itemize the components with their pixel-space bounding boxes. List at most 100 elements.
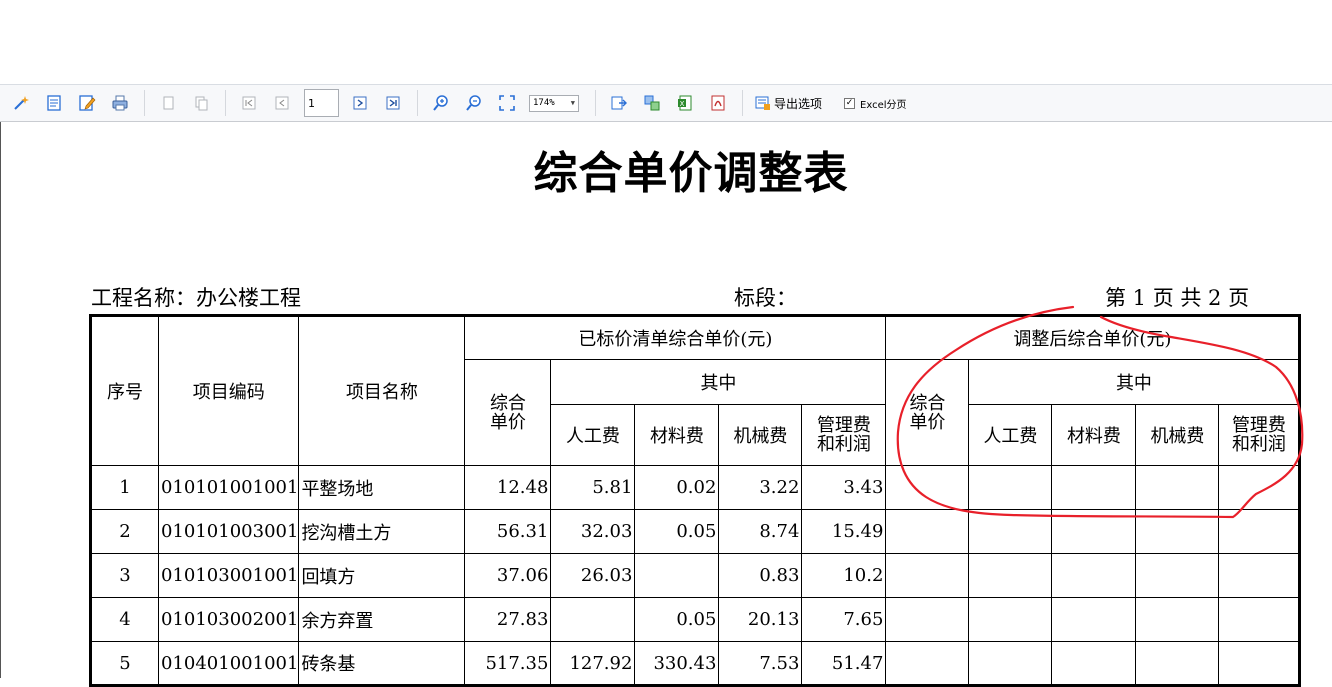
header-bid-unit-price: 综合 单价: [464, 359, 552, 466]
export-options-label: 导出选项: [774, 96, 823, 111]
cell-adj-machine: [1135, 553, 1220, 598]
cell-name: 砖条基: [298, 641, 466, 686]
zoom-in-icon[interactable]: [430, 92, 452, 114]
cell-adj-price: [885, 597, 970, 642]
cell-labor: 32.03: [550, 509, 636, 554]
cell-seq: 5: [90, 641, 159, 686]
header-adjusted-group: 调整后综合单价(元): [885, 315, 1301, 360]
cell-code: 010103001001: [157, 553, 300, 598]
cell-machine: 0.83: [718, 553, 803, 598]
export-icon[interactable]: [608, 92, 630, 114]
header-bid-group: 已标价清单综合单价(元): [464, 315, 887, 360]
cell-adj-labor: [968, 641, 1053, 686]
cell-code: 010101003001: [157, 509, 300, 554]
toolbar-separator: [417, 90, 418, 116]
next-page-icon[interactable]: [349, 92, 371, 114]
cell-price: 12.48: [464, 465, 552, 510]
cell-code: 010101001001: [157, 465, 300, 510]
section-label: 标段：: [734, 286, 797, 310]
checkmark-icon: ✓: [844, 97, 856, 109]
pdf-icon[interactable]: [707, 92, 729, 114]
header-row-1: 序号 项目编码 项目名称 已标价清单综合单价(元) 调整后综合单价(元): [90, 315, 1301, 466]
cell-labor: [550, 597, 636, 642]
cell-adj-material: [1051, 509, 1137, 554]
table-row: 1 010101001001 平整场地 12.48 5.81 0.02 3.22…: [90, 465, 1301, 510]
excel-paging-label: Excel分页: [860, 99, 907, 111]
export-image-icon[interactable]: [641, 92, 663, 114]
cell-name: 余方弃置: [298, 597, 466, 642]
header-name: 项目名称: [298, 315, 466, 466]
cell-seq: 4: [90, 597, 159, 642]
cell-mgmt: 15.49: [801, 509, 887, 554]
excel-icon[interactable]: X: [674, 92, 696, 114]
header-bid-unit-price-line2: 单价: [489, 411, 526, 433]
cell-machine: 20.13: [718, 597, 803, 642]
header-adj-among: 其中: [968, 359, 1301, 405]
cell-name: 回填方: [298, 553, 466, 598]
header-adj-mgmt: 管理费 和利润: [1218, 404, 1301, 466]
project-name: 工程名称：办公楼工程: [91, 286, 301, 310]
toolbar-separator: [742, 90, 743, 116]
page-icon[interactable]: [43, 92, 65, 114]
page-info: 第 1 页 共 2 页: [1105, 286, 1250, 310]
table-row: 2 010101003001 挖沟槽土方 56.31 32.03 0.05 8.…: [90, 509, 1301, 554]
prev-page-icon[interactable]: [271, 92, 293, 114]
cell-adj-price: [885, 553, 970, 598]
cell-adj-material: [1051, 597, 1137, 642]
paste-icon[interactable]: [190, 92, 212, 114]
header-adj-unit-price-line1: 综合: [909, 392, 946, 414]
cell-seq: 3: [90, 553, 159, 598]
excel-paging-checkbox[interactable]: ✓ Excel分页: [844, 96, 907, 111]
cell-adj-labor: [968, 509, 1053, 554]
header-bid-mgmt-line1: 管理费: [816, 415, 871, 436]
wand-icon[interactable]: [10, 92, 32, 114]
cell-price: 27.83: [464, 597, 552, 642]
svg-text:X: X: [680, 100, 685, 108]
last-page-icon[interactable]: [382, 92, 404, 114]
export-options-icon: [755, 96, 770, 110]
cell-labor: 26.03: [550, 553, 636, 598]
toolbar-separator: [225, 90, 226, 116]
fit-icon[interactable]: [496, 92, 518, 114]
header-code: 项目编码: [157, 315, 300, 466]
header-adj-machine: 机械费: [1135, 404, 1220, 466]
toolbar-separator: [595, 90, 596, 116]
export-options-button[interactable]: 导出选项: [755, 95, 822, 112]
edit-icon[interactable]: [76, 92, 98, 114]
cell-price: 37.06: [464, 553, 552, 598]
cell-price: 517.35: [464, 641, 552, 686]
header-bid-unit-price-line1: 综合: [489, 392, 526, 414]
cell-name: 平整场地: [298, 465, 466, 510]
cell-code: 010401001001: [157, 641, 300, 686]
cell-adj-price: [885, 641, 970, 686]
cell-mgmt: 3.43: [801, 465, 887, 510]
copy-icon[interactable]: [157, 92, 179, 114]
cell-name: 挖沟槽土方: [298, 509, 466, 554]
cell-adj-mgmt: [1218, 597, 1301, 642]
header-adj-mgmt-line1: 管理费: [1231, 415, 1286, 436]
cell-mgmt: 7.65: [801, 597, 887, 642]
table-row: 3 010103001001 回填方 37.06 26.03 0.83 10.2: [90, 553, 1301, 598]
zoom-out-icon[interactable]: [463, 92, 485, 114]
page-number-input[interactable]: [304, 89, 339, 117]
header-adj-material: 材料费: [1051, 404, 1137, 466]
report-page: 综合单价调整表 工程名称：办公楼工程 标段： 第 1 页 共 2 页 序号 项目…: [0, 122, 1332, 687]
cell-adj-labor: [968, 597, 1053, 642]
cell-adj-machine: [1135, 465, 1220, 510]
zoom-select[interactable]: 174% ▼: [529, 94, 579, 112]
header-bid-mgmt-line2: 和利润: [816, 434, 871, 455]
printer-icon[interactable]: [109, 92, 131, 114]
cell-material: 0.05: [634, 597, 720, 642]
cell-seq: 1: [90, 465, 159, 510]
report-title: 综合单价调整表: [533, 148, 849, 199]
first-page-icon[interactable]: [238, 92, 260, 114]
header-adj-unit-price-line2: 单价: [909, 411, 946, 433]
cell-adj-machine: [1135, 641, 1220, 686]
cell-adj-material: [1051, 465, 1137, 510]
cell-machine: 7.53: [718, 641, 803, 686]
table-row: 5 010401001001 砖条基 517.35 127.92 330.43 …: [90, 641, 1301, 686]
zoom-value: 174%: [533, 98, 555, 108]
header-adj-unit-price: 综合 单价: [885, 359, 970, 466]
cell-adj-mgmt: [1218, 641, 1301, 686]
cell-code: 010103002001: [157, 597, 300, 642]
